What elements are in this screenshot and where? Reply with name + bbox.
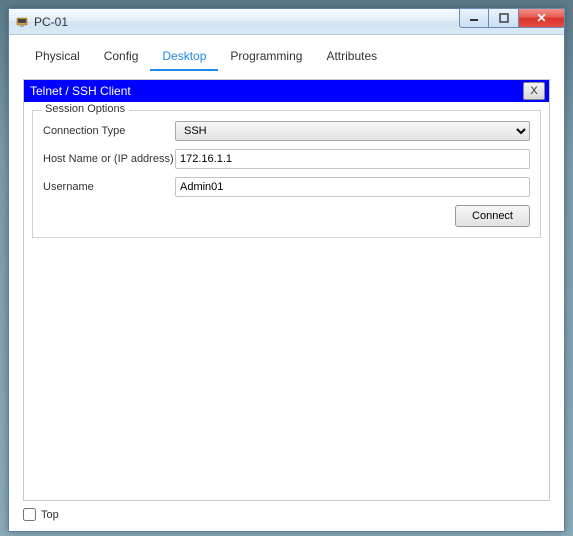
- panel-title: Telnet / SSH Client: [30, 84, 523, 98]
- telnet-ssh-panel: Telnet / SSH Client X Session Options Co…: [23, 79, 550, 501]
- maximize-button[interactable]: [489, 8, 519, 28]
- close-button[interactable]: ✕: [519, 8, 565, 28]
- host-input[interactable]: [175, 149, 530, 169]
- minimize-icon: [469, 13, 479, 23]
- title-bar[interactable]: PC-01 ✕: [9, 9, 564, 35]
- tab-desktop[interactable]: Desktop: [150, 43, 218, 71]
- maximize-icon: [499, 13, 509, 23]
- connect-button[interactable]: Connect: [455, 205, 530, 227]
- top-checkbox[interactable]: [23, 508, 36, 521]
- app-icon: [15, 15, 29, 29]
- connection-type-select[interactable]: SSH: [175, 121, 530, 141]
- client-area: Physical Config Desktop Programming Attr…: [9, 35, 564, 531]
- app-window: PC-01 ✕ Physical Config Desktop Programm…: [8, 8, 565, 532]
- minimize-button[interactable]: [459, 8, 489, 28]
- session-options-group: Session Options Connection Type SSH Host…: [32, 110, 541, 238]
- username-label: Username: [43, 181, 175, 193]
- tab-config[interactable]: Config: [92, 43, 151, 71]
- top-label: Top: [41, 509, 59, 521]
- window-controls: ✕: [459, 8, 565, 28]
- row-host: Host Name or (IP address): [43, 149, 530, 169]
- connection-type-label: Connection Type: [43, 125, 175, 137]
- connect-row: Connect: [43, 205, 530, 227]
- close-icon: ✕: [536, 11, 546, 25]
- footer: Top: [23, 508, 59, 521]
- tab-bar: Physical Config Desktop Programming Attr…: [9, 35, 564, 71]
- host-label: Host Name or (IP address): [43, 153, 175, 165]
- tab-programming[interactable]: Programming: [218, 43, 314, 71]
- username-input[interactable]: [175, 177, 530, 197]
- row-connection-type: Connection Type SSH: [43, 121, 530, 141]
- tab-physical[interactable]: Physical: [23, 43, 92, 71]
- session-options-legend: Session Options: [41, 103, 129, 115]
- row-username: Username: [43, 177, 530, 197]
- panel-header: Telnet / SSH Client X: [24, 80, 549, 102]
- panel-close-button[interactable]: X: [523, 82, 545, 100]
- tab-attributes[interactable]: Attributes: [314, 43, 389, 71]
